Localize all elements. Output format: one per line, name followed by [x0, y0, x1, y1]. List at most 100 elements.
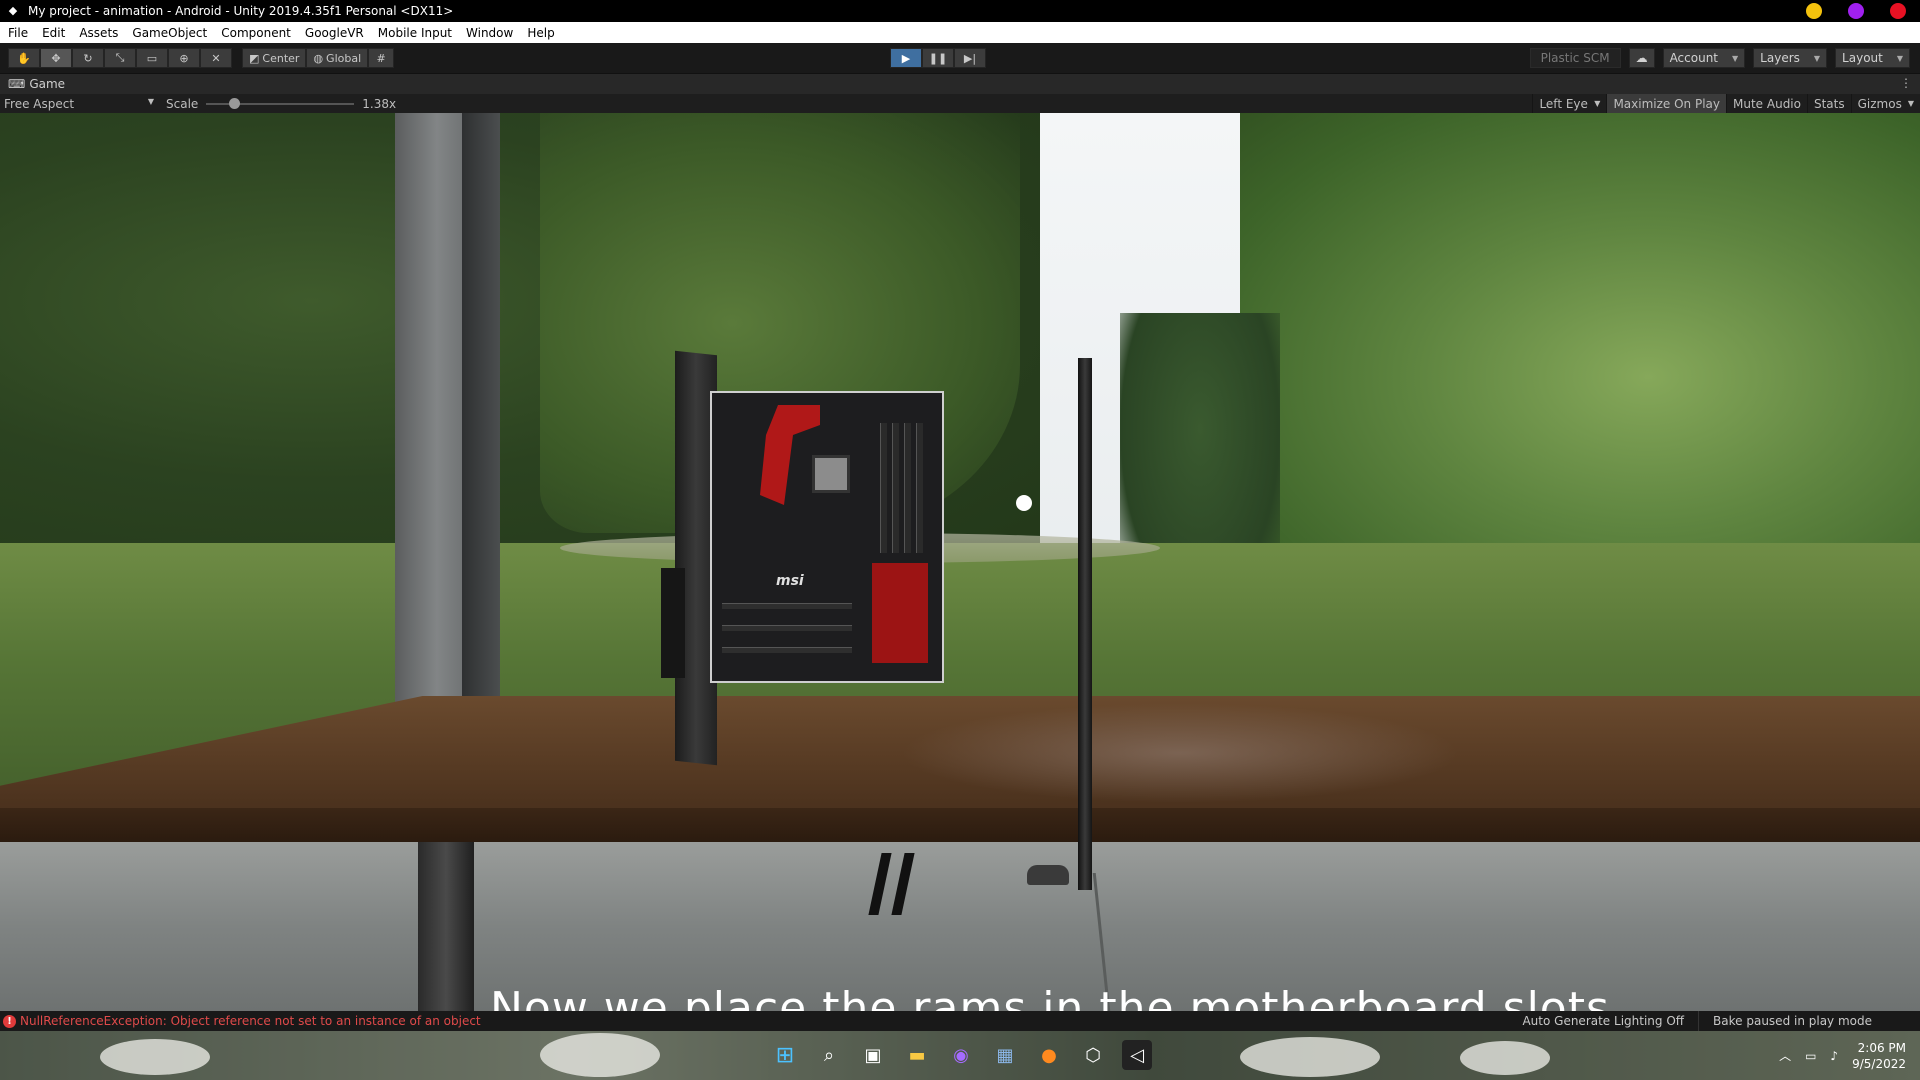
scale-tool-icon[interactable]: ⤡ [104, 48, 136, 68]
rect-tool-icon[interactable]: ▭ [136, 48, 168, 68]
lighting-status-label: Auto Generate Lighting Off [1522, 1014, 1685, 1028]
console-error-message[interactable]: NullReferenceException: Object reference… [20, 1014, 481, 1028]
plastic-scm-label: Plastic SCM [1540, 51, 1610, 65]
caret-down-icon: ▼ [147, 96, 154, 106]
pivot-center-button[interactable]: ◩ Center [242, 48, 307, 68]
aspect-dropdown[interactable]: Free Aspect ▼ [0, 97, 160, 111]
chipset-cover [872, 563, 928, 663]
stats-toggle[interactable]: Stats [1806, 94, 1851, 113]
caret-down-icon: ▼ [1732, 53, 1739, 63]
unity-editor-icon[interactable]: ◁ [1122, 1040, 1152, 1070]
menu-googlevr[interactable]: GoogleVR [305, 26, 364, 40]
close-button[interactable] [1890, 3, 1906, 19]
scale-slider[interactable] [206, 97, 355, 109]
grid-snap-icon[interactable]: # [368, 48, 395, 68]
cloud-button[interactable]: ☁ [1628, 48, 1655, 68]
status-right: Auto Generate Lighting Off Bake paused i… [1508, 1011, 1920, 1031]
pause-button[interactable]: ❚❚ [922, 48, 954, 68]
main-toolbar: ✋ ✥ ↻ ⤡ ▭ ⊕ ✕ ◩ Center ◍ Global # ▶ ❚❚ ▶| … [0, 43, 1920, 74]
rotate-tool-icon[interactable]: ↻ [72, 48, 104, 68]
menu-help[interactable]: Help [527, 26, 554, 40]
file-explorer-icon[interactable]: ▬ [902, 1040, 932, 1070]
scale-slider-knob[interactable] [229, 97, 241, 109]
gpu-card-standing [1078, 358, 1092, 890]
messenger-icon[interactable]: ◉ [946, 1040, 976, 1070]
scale-value: 1.38x [362, 96, 397, 111]
menu-edit[interactable]: Edit [42, 26, 65, 40]
pc-case-bracket [661, 568, 685, 678]
windows-taskbar: ⊞ ⌕ ▣ ▬ ◉ ▦ ● ⬡ ◁ ︿ ▭ ♪ 2:06 PM 9/5/2022 [0, 1031, 1920, 1080]
eye-dropdown[interactable]: Left Eye ▼ [1532, 94, 1606, 113]
chevron-up-icon[interactable]: ︿ [1779, 1047, 1791, 1064]
window-controls [1806, 3, 1906, 19]
minimize-button[interactable] [1806, 3, 1822, 19]
unity-logo-icon: ◆ [8, 4, 18, 17]
game-view-controls: Free Aspect ▼ Scale 1.38x Left Eye ▼ Maxi… [0, 94, 1920, 113]
trees-right [1240, 113, 1920, 593]
search-icon[interactable]: ⌕ [814, 1040, 844, 1070]
account-dropdown[interactable]: Account ▼ [1662, 48, 1746, 68]
status-bar: ! NullReferenceException: Object referen… [0, 1011, 1920, 1031]
menu-file[interactable]: File [8, 26, 28, 40]
windows-start-icon[interactable]: ⊞ [770, 1040, 800, 1070]
caret-down-icon: ▼ [1813, 53, 1821, 63]
pivot-global-button[interactable]: ◍ Global [306, 48, 369, 68]
maximize-on-play-toggle[interactable]: Maximize On Play [1606, 94, 1727, 113]
cpu-socket [812, 455, 850, 493]
layers-dropdown[interactable]: Layers ▼ [1753, 48, 1828, 68]
maximize-on-play-label: Maximize On Play [1613, 96, 1721, 111]
motherboard-heatsink [760, 405, 820, 505]
menu-gameobject[interactable]: GameObject [132, 26, 207, 40]
progress-indicator [1886, 1011, 1920, 1031]
subtitle-text: Now we place the rams in the motherboard… [490, 983, 1610, 1011]
firefox-icon[interactable]: ● [1034, 1040, 1064, 1070]
gizmos-dropdown[interactable]: Gizmos ▼ [1850, 94, 1920, 113]
menu-mobile-input[interactable]: Mobile Input [378, 26, 452, 40]
unity-hub-icon[interactable]: ⬡ [1078, 1040, 1108, 1070]
menu-assets[interactable]: Assets [79, 26, 118, 40]
caret-down-icon: ▼ [1907, 99, 1914, 108]
clock[interactable]: 2:06 PM 9/5/2022 [1852, 1040, 1906, 1072]
bake-status-label: Bake paused in play mode [1713, 1014, 1872, 1028]
play-controls: ▶ ❚❚ ▶| [890, 48, 986, 68]
volume-icon[interactable]: ♪ [1830, 1049, 1838, 1063]
tab-game-label: Game [29, 77, 66, 91]
more-options-icon[interactable]: ⋮ [1900, 76, 1912, 90]
game-viewport[interactable]: msi Now we place the rams in the motherb… [0, 113, 1920, 1011]
move-tool-icon[interactable]: ✥ [40, 48, 72, 68]
motherboard-brand-logo: msi [776, 573, 804, 589]
step-button[interactable]: ▶| [954, 48, 986, 68]
network-icon[interactable]: ▭ [1805, 1049, 1816, 1063]
lighting-status[interactable]: Auto Generate Lighting Off [1508, 1011, 1698, 1031]
layers-label: Layers [1760, 51, 1800, 65]
pivot-tools: ◩ Center ◍ Global # [242, 48, 395, 68]
motherboard-model: msi [710, 391, 944, 683]
wallpaper-flower [1240, 1037, 1380, 1077]
mute-audio-toggle[interactable]: Mute Audio [1726, 94, 1807, 113]
play-button[interactable]: ▶ [890, 48, 922, 68]
tab-game[interactable]: ⌨ Game [0, 74, 65, 94]
stats-label: Stats [1813, 96, 1845, 111]
menu-bar: File Edit Assets GameObject Component Go… [0, 22, 1920, 43]
custom-tool-icon[interactable]: ✕ [200, 48, 232, 68]
photos-icon[interactable]: ▦ [990, 1040, 1020, 1070]
task-view-icon[interactable]: ▣ [858, 1040, 888, 1070]
error-icon: ! [3, 1014, 16, 1028]
ram-slot [880, 423, 887, 553]
hand-tool-icon[interactable]: ✋ [8, 48, 40, 68]
pivot-label: Center [262, 51, 300, 65]
maximize-button[interactable] [1848, 3, 1864, 19]
caret-down-icon: ▼ [1896, 53, 1903, 63]
game-view-options: Left Eye ▼ Maximize On Play Mute Audio St… [1532, 94, 1920, 113]
transform-tool-icon[interactable]: ⊕ [168, 48, 200, 68]
title-bar: ◆ My project - animation - Android - Uni… [0, 0, 1920, 22]
ram-slot [904, 423, 911, 553]
menu-window[interactable]: Window [466, 26, 513, 40]
menu-component[interactable]: Component [221, 26, 291, 40]
plastic-scm-button[interactable]: Plastic SCM [1529, 48, 1621, 68]
unity-editor-window: ◆ My project - animation - Android - Uni… [0, 0, 1920, 1080]
layout-dropdown[interactable]: Layout ▼ [1835, 48, 1910, 68]
layout-label: Layout [1842, 51, 1883, 65]
bake-status[interactable]: Bake paused in play mode [1698, 1011, 1886, 1031]
account-label: Account [1669, 51, 1719, 65]
